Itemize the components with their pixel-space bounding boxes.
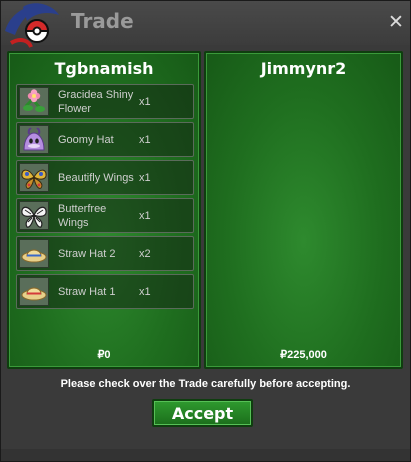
item-name: Straw Hat 2 (58, 247, 116, 260)
trade-item[interactable]: Goomy Hat x1 (16, 122, 194, 157)
right-trade-panel: Jimmynr2 ₽225,000 (204, 51, 403, 369)
item-quantity: x1 (139, 133, 151, 146)
pokeball-logo-icon (1, 1, 65, 49)
trade-window: Trade ✕ Tgbnamish Gracidea Shiny Flower … (0, 0, 411, 462)
left-player-name: Tgbnamish (54, 59, 154, 78)
accept-button[interactable]: Accept (152, 399, 253, 427)
trade-notice: Please check over the Trade carefully be… (60, 378, 351, 390)
title-bar[interactable]: Trade ✕ (1, 1, 410, 48)
left-item-list: Gracidea Shiny Flower x1 Goomy Hat x1 Be… (16, 84, 194, 312)
trade-item[interactable]: Butterfree Wings x1 (16, 198, 194, 233)
item-quantity: x2 (139, 247, 151, 260)
trade-item[interactable]: Straw Hat 2 x2 (16, 236, 194, 271)
straw-hat-icon (19, 239, 49, 268)
item-name: Gracidea Shiny Flower (58, 88, 134, 115)
left-trade-panel: Tgbnamish Gracidea Shiny Flower x1 Goomy… (7, 51, 201, 369)
trade-item[interactable]: Beautifly Wings x1 (16, 160, 194, 195)
beautifly-wings-icon (19, 163, 49, 192)
window-title: Trade (71, 9, 134, 33)
item-name: Butterfree Wings (58, 202, 107, 229)
item-quantity: x1 (139, 285, 151, 298)
right-player-name: Jimmynr2 (260, 59, 347, 78)
goomy-hat-icon (19, 125, 49, 154)
close-icon[interactable]: ✕ (387, 13, 405, 32)
item-quantity: x1 (139, 95, 151, 108)
item-name: Beautifly Wings (58, 171, 134, 184)
gracidea-flower-icon (19, 87, 49, 116)
item-quantity: x1 (139, 171, 151, 184)
item-name: Straw Hat 1 (58, 285, 116, 298)
trade-item[interactable]: Gracidea Shiny Flower x1 (16, 84, 194, 119)
right-money: ₽225,000 (280, 349, 327, 361)
window-footer (1, 449, 410, 461)
item-quantity: x1 (139, 209, 151, 222)
trade-item[interactable]: Straw Hat 1 x1 (16, 274, 194, 309)
item-name: Goomy Hat (58, 133, 114, 146)
straw-hat-red-icon (19, 277, 49, 306)
butterfree-wings-icon (19, 201, 49, 230)
left-money: ₽0 (97, 349, 111, 361)
